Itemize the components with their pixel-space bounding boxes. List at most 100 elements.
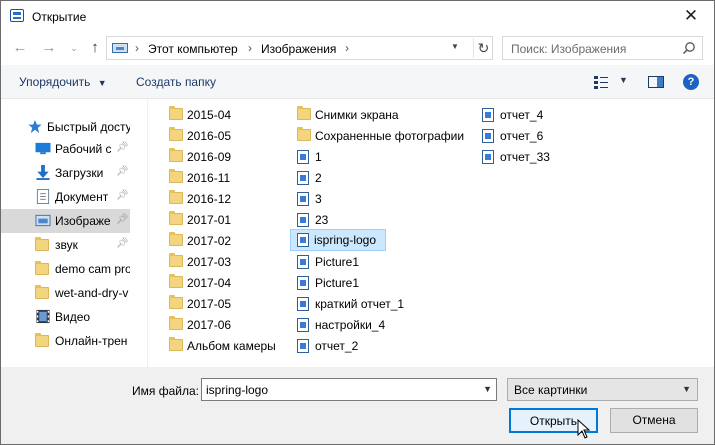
image-file-item[interactable]: отчет_33 [479,146,579,167]
image-file-item[interactable]: отчет_2 [294,335,464,356]
folder-item[interactable]: Альбом камеры [166,335,276,356]
folder-item[interactable]: 2016-09 [166,146,276,167]
search-box[interactable]: Поиск: Изображения [502,36,703,60]
chevron-down-icon[interactable]: ▼ [483,384,492,394]
star-icon [28,119,42,134]
item-name: краткий отчет_1 [315,297,405,311]
change-view-icon[interactable] [593,75,609,89]
folder-icon [169,316,183,330]
folder-item[interactable]: Снимки экрана [294,104,464,125]
image-file-icon [297,150,309,164]
pin-icon[interactable]: 📌︎ [116,142,129,153]
recent-locations-chevron-icon[interactable]: ⌄ [64,38,84,58]
breadcrumb-this-pc[interactable]: Этот компьютер [148,42,238,56]
image-file-item[interactable]: 1 [294,146,464,167]
image-file-item[interactable]: отчет_6 [479,125,579,146]
item-name: ispring-logo [314,233,377,247]
pin-icon[interactable]: 📌︎ [116,214,129,225]
organize-menu[interactable]: Упорядочить ▼ [19,75,107,89]
chevron-right-icon[interactable]: › [248,41,252,55]
help-icon[interactable]: ? [683,74,699,90]
image-file-item[interactable]: 3 [294,188,464,209]
breadcrumb-pictures[interactable]: Изображения [261,42,336,56]
sidebar-item-sound[interactable]: звук 📌︎ [1,233,130,257]
image-file-item[interactable]: отчет_4 [479,104,579,125]
pin-icon[interactable]: 📌︎ [116,166,129,177]
filename-input[interactable]: ispring-logo ▼ [201,378,497,401]
chevron-right-icon[interactable]: › [345,41,349,55]
folder-item[interactable]: 2016-12 [166,188,276,209]
sidebar-item-demo-cam-pro[interactable]: demo cam pro [1,257,130,281]
chevron-down-icon: ▼ [97,78,107,88]
sidebar-item-downloads[interactable]: Загрузки 📌︎ [1,161,130,185]
sidebar-item-documents[interactable]: Документ 📌︎ [1,185,130,209]
folder-item[interactable]: 2017-06 [166,314,276,335]
search-icon[interactable] [682,41,696,55]
sidebar-item-pictures[interactable]: Изображе 📌︎ [1,209,130,233]
folder-item[interactable]: 2016-05 [166,125,276,146]
item-name: 2017-01 [187,213,232,227]
folder-icon [169,253,183,267]
pin-icon[interactable]: 📌︎ [116,238,129,249]
image-file-icon [482,108,494,122]
image-file-item[interactable]: 23 [294,209,464,230]
video-icon [36,309,50,324]
folder-item[interactable]: 2016-11 [166,167,276,188]
file-type-select[interactable]: Все картинки ▼ [507,378,698,401]
folder-item[interactable]: 2015-04 [166,104,276,125]
item-name: 2017-05 [187,297,232,311]
image-file-item[interactable]: Picture1 [294,251,464,272]
address-dropdown-chevron-icon[interactable]: ▼ [451,42,459,51]
file-type-value: Все картинки [514,383,588,397]
organize-label: Упорядочить [19,75,91,89]
folder-item[interactable]: 2017-03 [166,251,276,272]
chevron-right-icon[interactable]: › [135,41,139,55]
image-file-item-selected[interactable]: ispring-logo [290,229,386,251]
item-name: Снимки экрана [315,108,399,122]
folder-icon [35,261,51,276]
forward-arrow-icon[interactable]: → [39,38,59,58]
sidebar-item-label: Загрузки [55,166,104,180]
folder-item[interactable]: 2017-05 [166,293,276,314]
image-file-icon [297,171,309,185]
filename-label: Имя файла: [132,384,199,398]
navigation-pane: Быстрый досту Рабочий с 📌︎ Загрузки 📌︎ Д… [1,99,130,367]
dialog-footer: Имя файла: ispring-logo ▼ Все картинки ▼… [1,367,714,444]
folder-icon [35,285,51,300]
search-placeholder: Поиск: Изображения [511,42,627,56]
image-file-item[interactable]: 2 [294,167,464,188]
address-bar[interactable]: › Этот компьютер › Изображения › ▼ ↻ [106,36,493,60]
sidebar-item-wet-and-dry[interactable]: wet-and-dry-v [1,281,130,305]
cancel-button[interactable]: Отмена [610,408,698,433]
item-name: Picture1 [315,255,360,269]
up-arrow-icon[interactable]: ↑ [85,38,105,58]
folder-item[interactable]: 2017-04 [166,272,276,293]
view-options-chevron-icon[interactable]: ▼ [619,75,628,85]
sidebar-item-online-training[interactable]: Онлайн-трен [1,329,130,353]
preview-pane-icon[interactable] [648,76,664,88]
desktop-icon [35,142,51,155]
command-toolbar: Упорядочить ▼ Создать папку ▼ ? [1,65,714,99]
refresh-icon[interactable]: ↻ [473,38,493,58]
image-file-item[interactable]: Picture1 [294,272,464,293]
image-file-item[interactable]: настройки_4 [294,314,464,335]
sidebar-item-desktop[interactable]: Рабочий с 📌︎ [1,137,130,161]
item-name: 2 [315,171,322,185]
sidebar-item-quick-access[interactable]: Быстрый досту [1,115,130,139]
back-arrow-icon[interactable]: ← [10,38,30,58]
close-button[interactable]: ✕ [668,1,714,32]
folder-icon [169,211,183,225]
folder-item[interactable]: 2017-01 [166,209,276,230]
image-file-item[interactable]: краткий отчет_1 [294,293,464,314]
folder-icon [297,106,311,120]
navigation-pane-scrollbar[interactable] [130,99,147,367]
folder-item[interactable]: Сохраненные фотографии [294,125,464,146]
pin-icon[interactable]: 📌︎ [116,190,129,201]
sidebar-item-video[interactable]: Видео [1,305,130,329]
file-list: 2015-04 2016-05 2016-09 2016-11 2016-12 … [148,99,714,367]
folder-item[interactable]: 2017-02 [166,230,276,251]
image-file-icon [297,297,309,311]
new-folder-button[interactable]: Создать папку [136,75,216,89]
sidebar-item-label: звук [55,238,78,252]
item-name: 2015-04 [187,108,232,122]
